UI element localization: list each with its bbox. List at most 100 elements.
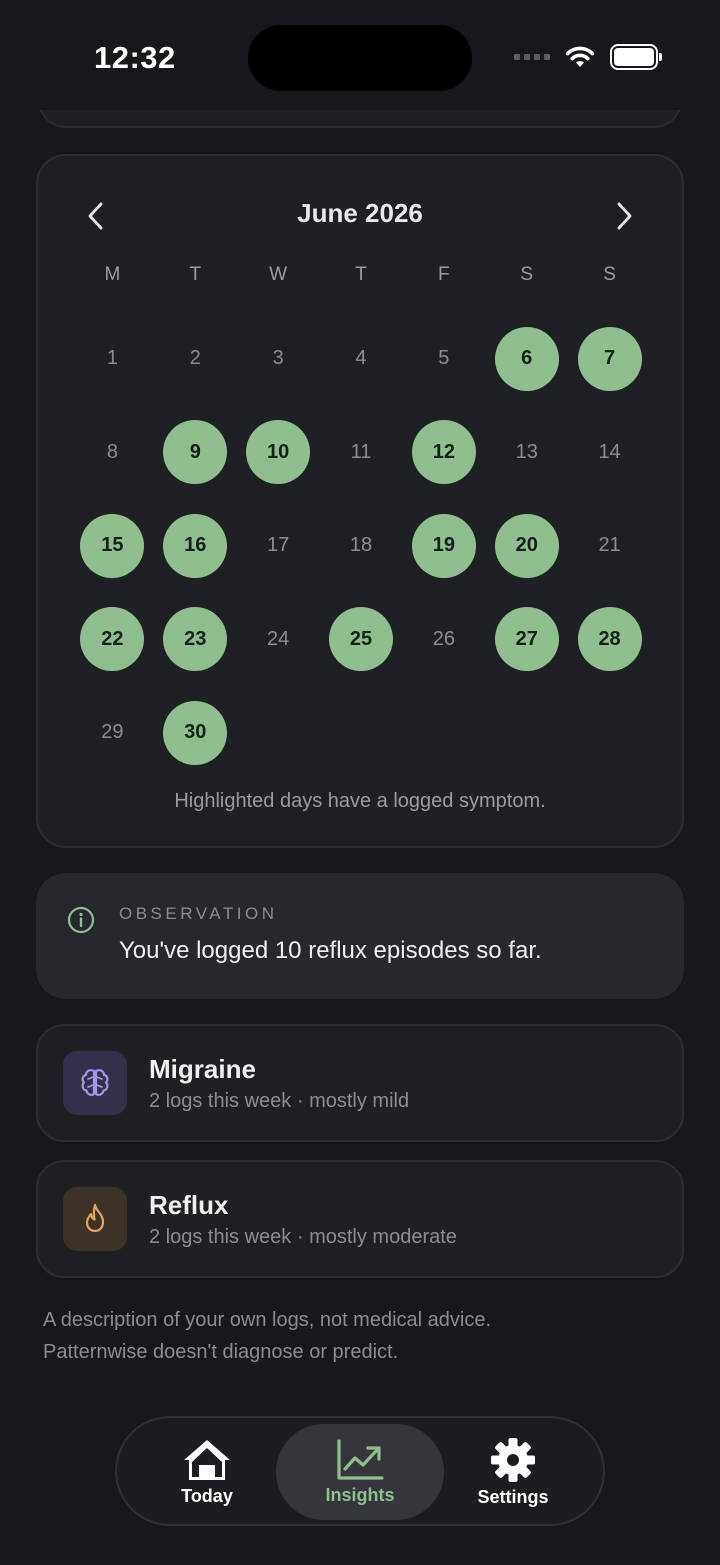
day-number: 21 bbox=[598, 534, 621, 557]
symptom-title: Reflux bbox=[149, 1190, 229, 1220]
next-month-button[interactable] bbox=[604, 196, 644, 236]
calendar-day[interactable]: 2 bbox=[154, 312, 237, 406]
calendar-day-logged[interactable]: 25 bbox=[320, 593, 403, 687]
day-number: 7 bbox=[577, 326, 642, 391]
weekday-label: W bbox=[269, 264, 288, 285]
day-number: 11 bbox=[350, 440, 372, 463]
day-number: 25 bbox=[328, 607, 393, 672]
calendar-day-logged[interactable]: 27 bbox=[485, 593, 568, 687]
day-number: 22 bbox=[80, 607, 145, 672]
weekday-label: S bbox=[520, 264, 534, 285]
day-number: 29 bbox=[101, 721, 124, 744]
house-icon bbox=[184, 1439, 230, 1480]
status-indicators bbox=[514, 44, 662, 70]
calendar-day-logged[interactable]: 23 bbox=[154, 593, 237, 687]
day-number: 13 bbox=[515, 440, 538, 463]
calendar-day-logged[interactable]: 30 bbox=[154, 686, 237, 780]
calendar-day[interactable]: 4 bbox=[320, 312, 403, 406]
calendar-day[interactable]: 14 bbox=[568, 406, 651, 500]
battery-icon bbox=[610, 44, 662, 70]
calendar-day[interactable]: 8 bbox=[71, 406, 154, 500]
calendar-day[interactable]: 3 bbox=[237, 312, 320, 406]
calendar-day-logged[interactable]: 9 bbox=[154, 406, 237, 500]
day-number: 18 bbox=[349, 534, 373, 557]
info-icon bbox=[67, 906, 95, 934]
tab-bar: Today Insights Settings bbox=[115, 1416, 605, 1526]
day-number: 14 bbox=[598, 440, 621, 463]
disclaimer-line: Patternwise doesn't diagnose or predict. bbox=[43, 1341, 399, 1363]
dynamic-island bbox=[248, 25, 472, 91]
symptom-title: Migraine bbox=[149, 1054, 256, 1084]
calendar-day-logged[interactable]: 20 bbox=[485, 499, 568, 593]
calendar-day[interactable]: 1 bbox=[71, 312, 154, 406]
chevron-right-icon bbox=[617, 202, 632, 230]
day-number: 26 bbox=[432, 627, 455, 650]
calendar-day[interactable]: 18 bbox=[320, 499, 403, 593]
day-number: 15 bbox=[80, 513, 145, 578]
calendar-note: Highlighted days have a logged symptom. bbox=[174, 790, 546, 812]
day-number: 2 bbox=[189, 347, 201, 370]
day-number: 28 bbox=[577, 607, 642, 672]
day-number: 4 bbox=[355, 347, 367, 370]
weekday-label: T bbox=[355, 264, 367, 285]
observation-card: OBSERVATION You've logged 10 reflux epis… bbox=[36, 873, 684, 999]
calendar-day[interactable]: 24 bbox=[237, 593, 320, 687]
calendar-day[interactable]: 5 bbox=[402, 312, 485, 406]
observation-text: You've logged 10 reflux episodes so far. bbox=[119, 937, 542, 964]
weekday-label: T bbox=[189, 264, 202, 285]
weekday-label: M bbox=[104, 264, 121, 285]
calendar-day-logged[interactable]: 7 bbox=[568, 312, 651, 406]
day-number: 5 bbox=[438, 347, 450, 370]
symptom-subtitle: 2 logs this week · mostly mild bbox=[149, 1090, 410, 1112]
weekday-label: F bbox=[438, 264, 450, 285]
calendar-day-logged[interactable]: 15 bbox=[71, 499, 154, 593]
day-number: 1 bbox=[106, 347, 118, 370]
symptom-subtitle: 2 logs this week · mostly moderate bbox=[149, 1226, 457, 1248]
gear-icon bbox=[491, 1437, 535, 1482]
disclaimer: A description of your own logs, not medi… bbox=[43, 1304, 663, 1368]
day-number: 19 bbox=[411, 513, 476, 578]
day-number: 16 bbox=[163, 513, 228, 578]
tab-label: Insights bbox=[325, 1484, 395, 1505]
day-number: 30 bbox=[163, 700, 228, 765]
insights-screen: 12:32 June 2026 MTWTFSS 1 2 3 4 5 6 7 8 … bbox=[0, 0, 720, 1565]
day-number: 23 bbox=[163, 607, 228, 672]
calendar-day-logged[interactable]: 22 bbox=[71, 593, 154, 687]
day-number: 12 bbox=[411, 420, 476, 485]
brain-icon bbox=[63, 1051, 127, 1115]
day-number: 20 bbox=[494, 513, 559, 578]
calendar-day-logged[interactable]: 12 bbox=[402, 406, 485, 500]
tab-label: Settings bbox=[477, 1486, 549, 1507]
calendar-day[interactable]: 11 bbox=[320, 406, 403, 500]
day-number: 17 bbox=[267, 534, 290, 557]
day-number: 3 bbox=[272, 347, 284, 370]
calendar-day[interactable]: 21 bbox=[568, 499, 651, 593]
disclaimer-line: A description of your own logs, not medi… bbox=[43, 1309, 492, 1331]
symptom-card-migraine[interactable]: Migraine 2 logs this week · mostly mild bbox=[36, 1024, 684, 1142]
observation-label: OBSERVATION bbox=[119, 904, 278, 923]
day-number: 9 bbox=[163, 420, 228, 485]
tab-label: Today bbox=[181, 1485, 233, 1506]
calendar-day-logged[interactable]: 16 bbox=[154, 499, 237, 593]
symptom-card-reflux[interactable]: Reflux 2 logs this week · mostly moderat… bbox=[36, 1160, 684, 1278]
calendar-day-logged[interactable]: 28 bbox=[568, 593, 651, 687]
tab-settings[interactable]: Settings bbox=[429, 1424, 597, 1520]
tab-today[interactable]: Today bbox=[123, 1424, 291, 1520]
day-number: 8 bbox=[106, 440, 118, 463]
month-title: June 2026 bbox=[297, 198, 423, 228]
weekday-header-row: MTWTFSS bbox=[71, 264, 651, 286]
flame-icon bbox=[63, 1187, 127, 1251]
tab-insights[interactable]: Insights bbox=[276, 1424, 444, 1520]
calendar-day-logged[interactable]: 19 bbox=[402, 499, 485, 593]
calendar-day[interactable]: 29 bbox=[71, 686, 154, 780]
calendar-header: June 2026 bbox=[38, 196, 682, 236]
calendar-day-logged[interactable]: 10 bbox=[237, 406, 320, 500]
calendar-days-grid: 1 2 3 4 5 6 7 8 9 10 11 12 13 14 15 16 17 18 19 20 21 22 23 24 2… bbox=[71, 312, 651, 780]
day-number: 27 bbox=[494, 607, 559, 672]
calendar-day[interactable]: 13 bbox=[485, 406, 568, 500]
wifi-icon bbox=[565, 46, 595, 67]
calendar-day[interactable]: 26 bbox=[402, 593, 485, 687]
chart-up-icon bbox=[337, 1438, 384, 1480]
calendar-day-logged[interactable]: 6 bbox=[485, 312, 568, 406]
calendar-day[interactable]: 17 bbox=[237, 499, 320, 593]
